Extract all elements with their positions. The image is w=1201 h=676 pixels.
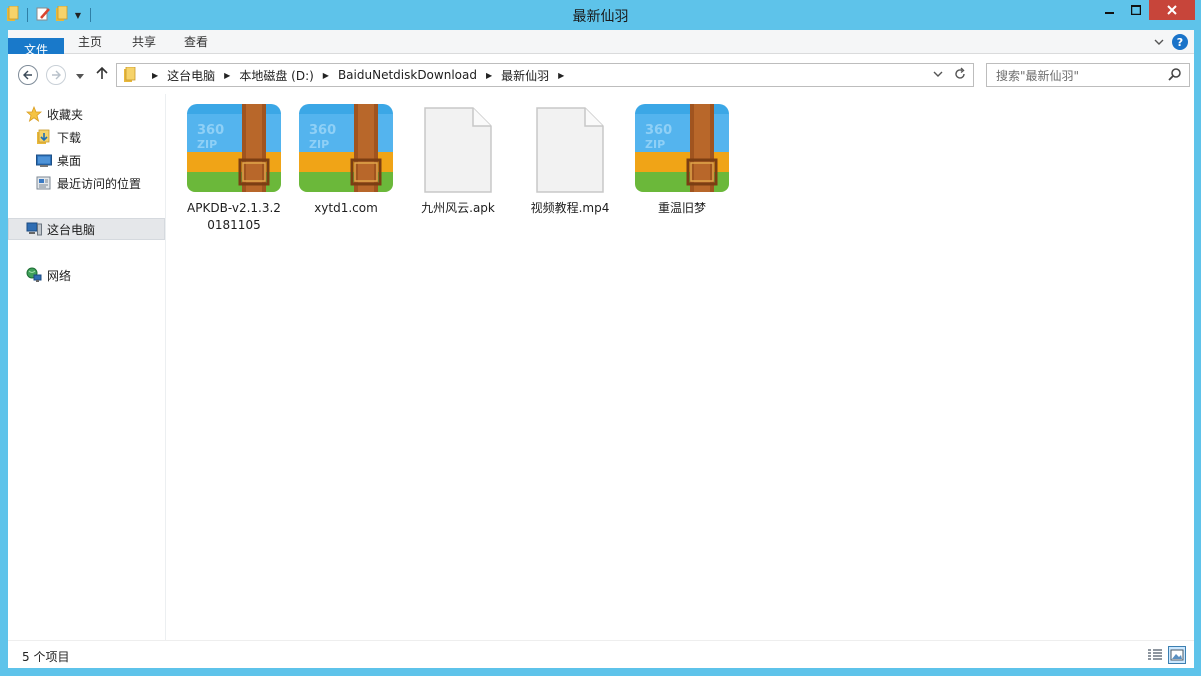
svg-text:ZIP: ZIP xyxy=(309,138,329,151)
search-placeholder: 搜索"最新仙羽" xyxy=(996,68,1080,83)
breadcrumb-separator-icon[interactable]: ▶ xyxy=(152,71,158,80)
file-name: APKDB-v2.1.3.20181105 xyxy=(187,201,281,232)
refresh-icon[interactable] xyxy=(953,67,967,84)
svg-text:360: 360 xyxy=(645,123,672,138)
view-switcher xyxy=(1146,646,1186,664)
window-controls xyxy=(1097,0,1195,20)
breadcrumb-baidu-download[interactable]: BaiduNetdiskDownload xyxy=(338,68,477,82)
status-bar: 5 个项目 xyxy=(8,640,1194,668)
file-name: 视频教程.mp4 xyxy=(530,201,610,215)
address-bar[interactable]: ▶ 这台电脑 ▶ 本地磁盘 (D:) ▶ BaiduNetdiskDownloa… xyxy=(116,63,974,87)
file-name: 九州风云.apk xyxy=(421,201,495,215)
close-button[interactable] xyxy=(1149,0,1195,20)
ribbon: 文件 主页 共享 查看 ? xyxy=(8,30,1194,62)
breadcrumb-current-folder[interactable]: 最新仙羽 xyxy=(501,67,549,84)
address-controls xyxy=(933,67,967,84)
file-item[interactable]: 九州风云.apk xyxy=(405,102,511,217)
zip-archive-icon: 360 ZIP xyxy=(293,102,399,198)
title-bar: ▼ 最新仙羽 xyxy=(0,0,1201,30)
nav-desktop-label: 桌面 xyxy=(57,153,82,168)
nav-network[interactable]: 网络 xyxy=(26,264,71,286)
tab-home[interactable]: 主页 xyxy=(66,30,114,54)
svg-text:360: 360 xyxy=(197,123,224,138)
explorer-window: ▼ 最新仙羽 文件 主页 共享 查看 ? ▶ 这台电脑 ▶ 本地磁盘 (D:) … xyxy=(0,0,1201,676)
file-name: 重温旧梦 xyxy=(657,201,706,215)
back-button[interactable] xyxy=(18,65,38,85)
navigation-pane: 收藏夹 下载 桌面 最近访问的位置 这台电脑 网络 xyxy=(8,94,166,640)
recent-places-icon xyxy=(36,175,52,191)
ribbon-right-controls: ? xyxy=(1154,34,1188,50)
svg-text:360: 360 xyxy=(309,123,336,138)
minimize-button[interactable] xyxy=(1097,0,1123,20)
file-name: xytd1.com xyxy=(314,201,378,215)
svg-text:ZIP: ZIP xyxy=(645,138,665,151)
nav-downloads-label: 下载 xyxy=(57,130,82,145)
breadcrumb-separator-icon[interactable]: ▶ xyxy=(224,71,230,80)
file-item[interactable]: 360 ZIP xytd1.com xyxy=(293,102,399,217)
computer-icon xyxy=(26,221,42,237)
breadcrumb-separator-icon[interactable]: ▶ xyxy=(486,71,492,80)
search-input[interactable]: 搜索"最新仙羽" xyxy=(986,63,1190,87)
file-list: 360 ZIP APKDB-v2.1.3.20181105 360 ZIP xy… xyxy=(166,94,1194,640)
search-icon[interactable] xyxy=(1168,67,1182,84)
desktop-icon xyxy=(36,152,52,168)
zip-archive-icon: 360 ZIP xyxy=(629,102,735,198)
star-icon xyxy=(26,106,42,122)
breadcrumb-separator-icon[interactable]: ▶ xyxy=(323,71,329,80)
details-view-icon[interactable] xyxy=(1146,646,1164,664)
zip-archive-icon: 360 ZIP xyxy=(181,102,287,198)
maximize-button[interactable] xyxy=(1123,0,1149,20)
navigation-bar: ▶ 这台电脑 ▶ 本地磁盘 (D:) ▶ BaiduNetdiskDownloa… xyxy=(8,54,1194,94)
nav-downloads[interactable]: 下载 xyxy=(36,126,81,148)
svg-text:ZIP: ZIP xyxy=(197,138,217,151)
network-icon xyxy=(26,267,42,283)
nav-desktop[interactable]: 桌面 xyxy=(36,149,81,171)
blank-file-icon xyxy=(405,102,511,198)
nav-recent-places-label: 最近访问的位置 xyxy=(57,176,142,191)
breadcrumb-this-pc[interactable]: 这台电脑 xyxy=(167,67,215,84)
nav-favorites[interactable]: 收藏夹 xyxy=(26,103,83,125)
nav-favorites-label: 收藏夹 xyxy=(47,107,84,122)
breadcrumb-local-disk[interactable]: 本地磁盘 (D:) xyxy=(239,67,313,84)
large-icons-view-icon[interactable] xyxy=(1168,646,1186,664)
file-item[interactable]: 360 ZIP APKDB-v2.1.3.20181105 xyxy=(181,102,287,234)
forward-button[interactable] xyxy=(46,65,66,85)
tab-share[interactable]: 共享 xyxy=(120,30,168,54)
blank-file-icon xyxy=(517,102,623,198)
help-icon[interactable]: ? xyxy=(1172,34,1188,50)
file-item[interactable]: 360 ZIP 重温旧梦 xyxy=(629,102,735,217)
window-bottom-border xyxy=(0,668,1201,676)
recent-locations-icon[interactable] xyxy=(76,69,84,83)
address-history-icon[interactable] xyxy=(933,67,943,84)
breadcrumb-separator-icon[interactable]: ▶ xyxy=(558,71,564,80)
nav-this-pc[interactable]: 这台电脑 xyxy=(8,218,165,240)
folder-icon xyxy=(123,67,137,83)
nav-recent-places[interactable]: 最近访问的位置 xyxy=(36,172,141,194)
up-arrow-icon[interactable] xyxy=(96,66,108,83)
expand-ribbon-icon[interactable] xyxy=(1154,35,1164,49)
tab-view[interactable]: 查看 xyxy=(172,30,220,54)
file-item[interactable]: 视频教程.mp4 xyxy=(517,102,623,217)
window-title: 最新仙羽 xyxy=(572,9,629,25)
nav-this-pc-label: 这台电脑 xyxy=(47,222,96,237)
item-count: 5 个项目 xyxy=(22,650,70,664)
nav-network-label: 网络 xyxy=(47,268,72,283)
downloads-folder-icon xyxy=(36,129,52,145)
